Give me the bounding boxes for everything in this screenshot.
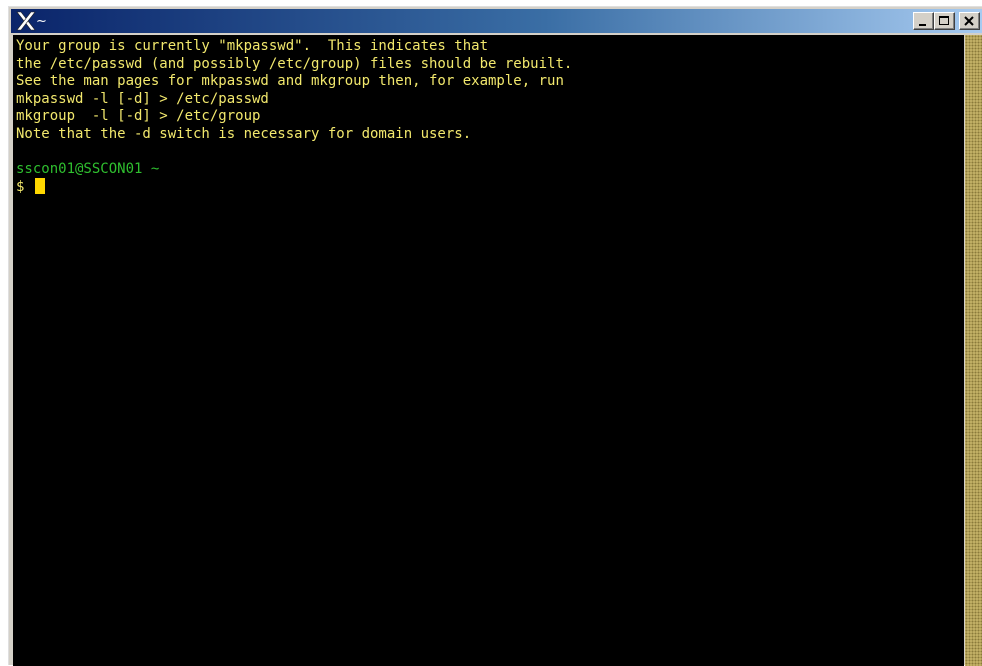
window-title: ~ xyxy=(36,14,47,29)
minimize-button[interactable] xyxy=(913,12,934,30)
terminal-line: sscon01@SSCON01 ~ xyxy=(16,160,160,177)
close-icon xyxy=(964,16,974,26)
terminal-line: the /etc/passwd (and possibly /etc/group… xyxy=(16,55,573,72)
minimize-icon xyxy=(919,24,926,26)
terminal-line: Note that the -d switch is necessary for… xyxy=(16,125,472,142)
terminal-line: mkpasswd -l [-d] > /etc/passwd xyxy=(16,90,269,107)
x-logo-icon: ~ xyxy=(15,11,51,31)
title-bar[interactable]: ~ xyxy=(11,9,982,33)
terminal-window: ~ Your group is currently "mkpasswd". Th… xyxy=(8,6,982,666)
terminal-output[interactable]: Your group is currently "mkpasswd". This… xyxy=(13,35,964,666)
close-button[interactable] xyxy=(959,12,980,30)
terminal-line: Your group is currently "mkpasswd". This… xyxy=(16,38,489,54)
terminal-line: See the man pages for mkpasswd and mkgro… xyxy=(16,73,564,89)
prompt-line[interactable]: $ xyxy=(16,178,572,196)
terminal-lines: Your group is currently "mkpasswd". This… xyxy=(16,38,572,196)
prompt-symbol: $ xyxy=(16,179,33,195)
text-cursor xyxy=(34,178,45,194)
terminal-line: mkgroup -l [-d] > /etc/group xyxy=(16,108,261,124)
scrollbar[interactable] xyxy=(965,35,982,666)
maximize-button[interactable] xyxy=(934,12,955,30)
maximize-icon xyxy=(939,16,949,25)
